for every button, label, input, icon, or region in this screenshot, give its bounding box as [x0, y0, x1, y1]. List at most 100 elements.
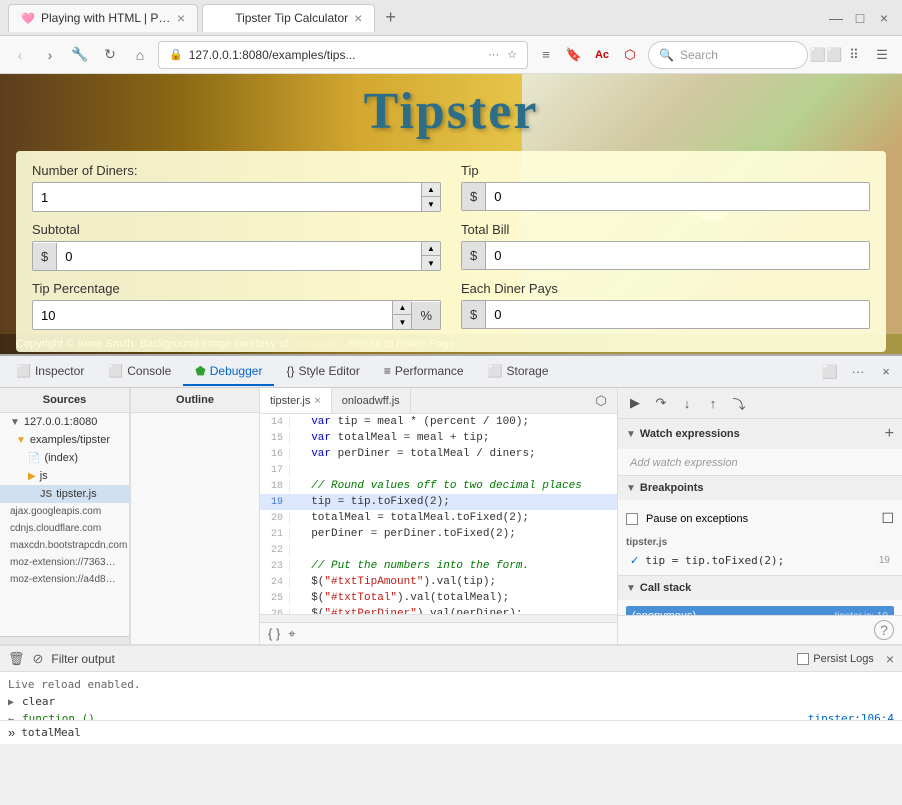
- pretty-print-btn[interactable]: { }: [268, 626, 280, 641]
- add-watch-btn[interactable]: +: [885, 425, 894, 443]
- refresh-button[interactable]: ↻: [98, 43, 122, 67]
- tree-js-folder[interactable]: ▶ js: [0, 467, 129, 485]
- dock-button[interactable]: ⬜: [818, 360, 842, 384]
- persist-checkbox[interactable]: Persist Logs: [797, 653, 874, 665]
- subtotal-down[interactable]: ▼: [422, 256, 440, 270]
- resume-btn[interactable]: ▶: [624, 392, 646, 414]
- diners-input[interactable]: [33, 184, 421, 211]
- tab-close-1[interactable]: ×: [177, 10, 185, 26]
- close-console-btn[interactable]: ×: [886, 651, 894, 667]
- percent-symbol: %: [411, 302, 440, 329]
- tools-button[interactable]: 🔧: [68, 43, 92, 67]
- diners-spinner[interactable]: ▲ ▼: [421, 183, 440, 211]
- code-line-22: 22: [260, 542, 617, 558]
- callstack-section: ▼ Call stack (anonymous) tipster.js: 19: [618, 576, 902, 615]
- tab-inspector[interactable]: ⬜ Inspector: [4, 358, 96, 386]
- console-line-clear: ▶ clear: [8, 693, 894, 710]
- tree-tipster-js[interactable]: JS tipster.js: [0, 485, 129, 503]
- bp-code-row[interactable]: ✓ tip = tip.toFixed(2); 19: [626, 552, 894, 569]
- tree-maxcdn[interactable]: maxcdn.bootstrapcdn.com: [0, 537, 129, 554]
- tab-console[interactable]: ⬜ Console: [96, 358, 183, 386]
- sources-tree: ▼ 127.0.0.1:8080 ▼ examples/tipster 📄 (i…: [0, 413, 129, 636]
- help-button[interactable]: ?: [874, 620, 894, 640]
- maximize-button[interactable]: □: [850, 8, 870, 28]
- tab-performance[interactable]: ≡ Performance: [372, 358, 476, 386]
- close-devtools-button[interactable]: ×: [874, 360, 898, 384]
- folder-label: examples/tipster: [30, 434, 110, 446]
- tab-tipster[interactable]: Tipster Tip Calculator ×: [202, 4, 375, 32]
- filter-btn[interactable]: ⊘: [33, 651, 44, 667]
- star-icon[interactable]: ☆: [505, 46, 519, 63]
- bp-code-text: tip = tip.toFixed(2);: [645, 554, 784, 567]
- back-button[interactable]: ‹: [8, 43, 32, 67]
- console-link[interactable]: tipster:106:4: [808, 712, 894, 720]
- code-search-btn[interactable]: ⌖: [288, 626, 295, 642]
- step-btn[interactable]: ⤵: [728, 392, 750, 414]
- pdf-icon[interactable]: Ac: [590, 43, 614, 67]
- code-horizontal-scroll[interactable]: [260, 614, 617, 622]
- callstack-item-anonymous[interactable]: (anonymous) tipster.js: 19: [626, 606, 894, 615]
- live-reload-text: Live reload enabled.: [8, 678, 140, 691]
- console-input[interactable]: [21, 726, 894, 739]
- step-over-btn[interactable]: ↷: [650, 392, 672, 414]
- code-tab-tipster-close[interactable]: ×: [314, 395, 320, 407]
- dots-button[interactable]: ···: [846, 360, 870, 384]
- forward-button[interactable]: ›: [38, 43, 62, 67]
- tree-cdnjs[interactable]: cdnjs.cloudflare.com: [0, 520, 129, 537]
- subtotal-spinner[interactable]: ▲ ▼: [421, 242, 440, 270]
- synced-tabs-icon[interactable]: ≡: [534, 43, 558, 67]
- tab-playing-html[interactable]: 🩷 Playing with HTML | Playing w... ×: [8, 4, 198, 32]
- tab-storage[interactable]: ⬜ Storage: [476, 358, 561, 386]
- tab-debugger[interactable]: ⬟ Debugger: [183, 358, 274, 386]
- home-button[interactable]: ⌂: [128, 43, 152, 67]
- bookmark-icon[interactable]: ···: [486, 47, 501, 63]
- style-editor-icon: {}: [286, 364, 294, 378]
- new-tab-button[interactable]: +: [379, 7, 402, 28]
- subtotal-input[interactable]: [57, 243, 421, 270]
- step-in-btn[interactable]: ↓: [676, 392, 698, 414]
- tip-percent-input[interactable]: [33, 302, 392, 329]
- tip-input[interactable]: [486, 183, 869, 210]
- tab-style-editor[interactable]: {} Style Editor: [274, 358, 371, 386]
- watch-header[interactable]: ▼ Watch expressions +: [618, 419, 902, 449]
- total-group: Total Bill $: [461, 222, 870, 271]
- minimize-button[interactable]: —: [826, 8, 846, 28]
- tree-moz1[interactable]: moz-extension://736333ac-2b4b-4cfc...: [0, 554, 129, 571]
- apps-icon[interactable]: ⠿: [842, 43, 866, 67]
- sources-scrollbar[interactable]: [0, 636, 129, 644]
- code-area[interactable]: 14 var tip = meal * (percent / 100); 15 …: [260, 414, 617, 614]
- url-bar[interactable]: 🔒 127.0.0.1:8080/examples/tips... ··· ☆: [158, 41, 528, 69]
- step-out-btn[interactable]: ↑: [702, 392, 724, 414]
- expand-code-btn[interactable]: ⬡: [589, 389, 613, 413]
- tip-percent-down[interactable]: ▼: [393, 315, 411, 329]
- tree-folder-examples[interactable]: ▼ examples/tipster: [0, 431, 129, 449]
- line-num-23: 23: [260, 561, 290, 572]
- pause-exceptions-checkbox[interactable]: [626, 513, 638, 525]
- tree-server[interactable]: ▼ 127.0.0.1:8080: [0, 413, 129, 431]
- extensions-icon[interactable]: ⬜⬜: [814, 43, 838, 67]
- clear-console-btn[interactable]: 🗑: [8, 651, 25, 667]
- code-tab-onload[interactable]: onloadwff.js: [332, 388, 411, 413]
- diners-down[interactable]: ▼: [422, 197, 440, 211]
- close-button[interactable]: ×: [874, 8, 894, 28]
- subtotal-up[interactable]: ▲: [422, 242, 440, 256]
- tree-index[interactable]: 📄 (index): [0, 449, 129, 467]
- code-tab-tipster-label: tipster.js: [270, 395, 310, 407]
- tip-percent-spinner[interactable]: ▲ ▼: [392, 301, 411, 329]
- total-input[interactable]: [486, 242, 869, 269]
- tree-ajax[interactable]: ajax.googleapis.com: [0, 503, 129, 520]
- each-diner-input[interactable]: [486, 301, 869, 328]
- pocket-icon[interactable]: ⬡: [618, 43, 642, 67]
- bookmark-panel-icon[interactable]: 🔖: [562, 43, 586, 67]
- breakpoints-header[interactable]: ▼ Breakpoints: [618, 476, 902, 500]
- moz2-label: moz-extension://a4d89d8e-ef272-4b1...: [10, 574, 120, 585]
- persist-cb-box[interactable]: [797, 653, 809, 665]
- callstack-header[interactable]: ▼ Call stack: [618, 576, 902, 600]
- diners-up[interactable]: ▲: [422, 183, 440, 197]
- code-tab-tipster[interactable]: tipster.js ×: [260, 388, 332, 413]
- tip-percent-up[interactable]: ▲: [393, 301, 411, 315]
- tab-close-2[interactable]: ×: [354, 10, 362, 26]
- search-bar[interactable]: 🔍 Search: [648, 41, 808, 69]
- menu-button[interactable]: ☰: [870, 43, 894, 67]
- tree-moz2[interactable]: moz-extension://a4d89d8e-ef272-4b1...: [0, 571, 129, 588]
